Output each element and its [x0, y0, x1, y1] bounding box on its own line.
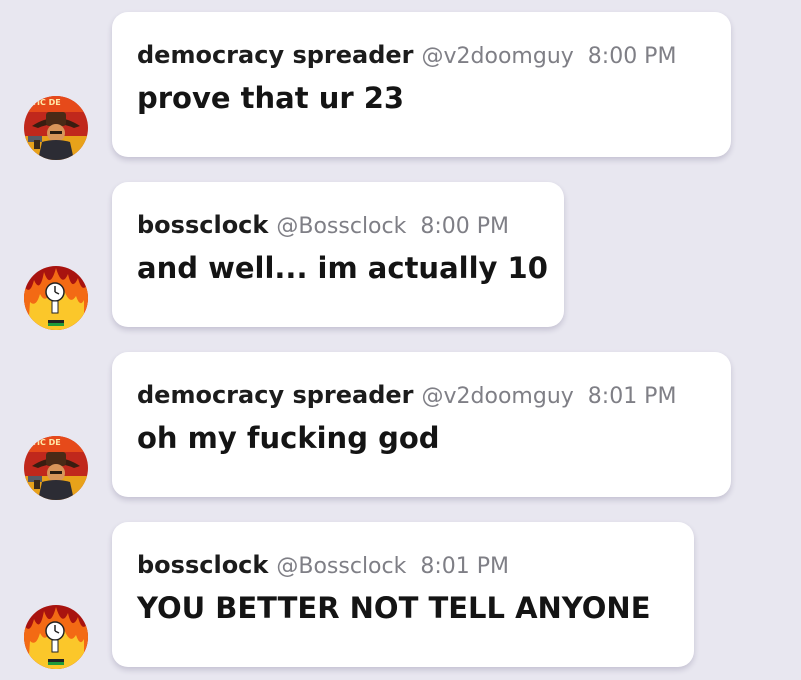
message-header: democracy spreader @v2doomguy 8:00 PM — [137, 40, 707, 70]
cowboy-avatar-icon[interactable]: ATIC DE — [24, 436, 88, 500]
author-name[interactable]: bossclock — [137, 211, 268, 239]
author-name[interactable]: bossclock — [137, 551, 268, 579]
message-timestamp: 8:01 PM — [587, 384, 677, 409]
message-header: democracy spreader @v2doomguy 8:01 PM — [137, 380, 707, 410]
flaming-clock-avatar-icon[interactable] — [24, 266, 88, 330]
author-name[interactable]: democracy spreader — [137, 381, 414, 409]
flaming-clock-avatar-icon[interactable] — [24, 605, 88, 669]
avatar-overlay-text: ATIC DE — [26, 438, 61, 447]
author-handle[interactable]: @v2doomguy — [422, 44, 574, 69]
message-header: bossclock @Bossclock 8:01 PM — [137, 550, 670, 580]
message-text: YOU BETTER NOT TELL ANYONE — [137, 591, 651, 625]
message-text: oh my fucking god — [137, 421, 440, 455]
author-name[interactable]: democracy spreader — [137, 41, 414, 69]
author-handle[interactable]: @Bossclock — [276, 554, 406, 579]
message-bubble: bossclock @Bossclock 8:00 PM and well... i… — [112, 182, 564, 327]
message-header: bossclock @Bossclock 8:00 PM — [137, 210, 540, 240]
message-text: prove that ur 23 — [137, 81, 405, 115]
cowboy-avatar-icon[interactable]: ATIC DE — [24, 96, 88, 160]
message-timestamp: 8:00 PM — [420, 214, 510, 239]
message-bubble: democracy spreader @v2doomguy 8:01 PM oh m… — [112, 352, 731, 497]
message-timestamp: 8:00 PM — [587, 44, 677, 69]
message-bubble: bossclock @Bossclock 8:01 PM YOU BETTER NO… — [112, 522, 694, 667]
message-bubble: democracy spreader @v2doomguy 8:00 PM prov… — [112, 12, 731, 157]
avatar-overlay-text: ATIC DE — [26, 98, 61, 107]
author-handle[interactable]: @Bossclock — [276, 214, 406, 239]
author-handle[interactable]: @v2doomguy — [422, 384, 574, 409]
message-text: and well... im actually 10 — [137, 251, 548, 285]
message-timestamp: 8:01 PM — [420, 554, 510, 579]
